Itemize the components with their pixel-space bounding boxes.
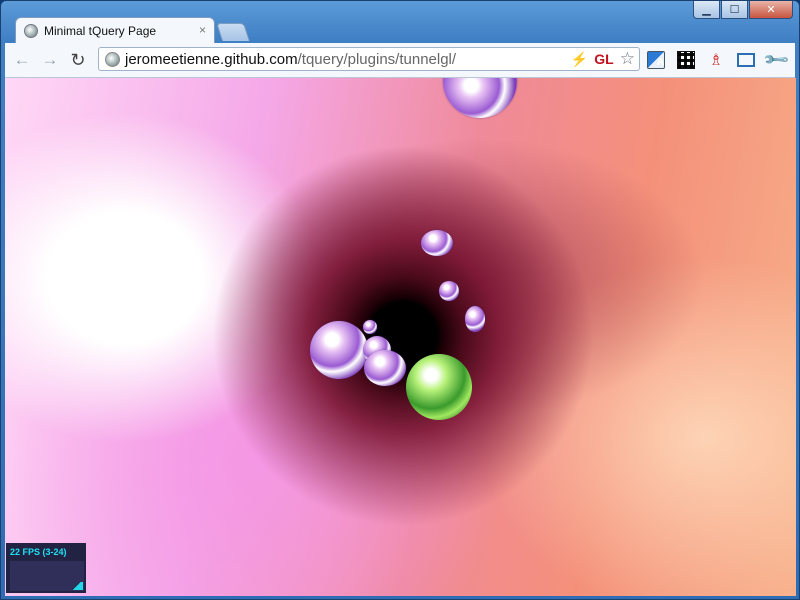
qr-code-extension-button[interactable]	[675, 49, 697, 71]
browser-window: ▁ ☐ ✕ Minimal tQuery Page × ← → ↻ jerome…	[0, 0, 800, 600]
url-path: /tquery/plugins/tunnelgl/	[297, 50, 457, 68]
sphere-purple	[364, 350, 406, 386]
settings-wrench-button[interactable]: 🔧	[762, 45, 790, 73]
globe-icon	[24, 23, 38, 38]
sphere-purple	[439, 281, 459, 301]
fps-stats-panel[interactable]: 22 FPS (3-24)	[6, 543, 86, 593]
translate-icon: A	[647, 51, 665, 69]
omnibox-actions: ⚡ GL ☆	[571, 49, 635, 69]
sphere-purple	[421, 230, 453, 256]
fps-label: 22 FPS (3-24)	[10, 547, 67, 557]
sphere-purple	[363, 320, 377, 334]
fullscreen-icon	[737, 53, 755, 67]
sphere-purple	[465, 306, 485, 332]
address-bar[interactable]: jeromeetienne.github.com/tquery/plugins/…	[98, 47, 640, 71]
tab-close-icon[interactable]: ×	[199, 23, 206, 37]
webgl-tunnel-canvas[interactable]: 22 FPS (3-24)	[5, 78, 796, 596]
sphere-green	[406, 354, 472, 420]
url-text[interactable]: jeromeetienne.github.com/tquery/plugins/…	[125, 51, 456, 68]
bolt-icon[interactable]: ⚡	[571, 51, 588, 68]
new-tab-button[interactable]	[216, 23, 250, 41]
translate-extension-button[interactable]: A	[645, 49, 667, 71]
person-icon: ♗	[708, 52, 724, 69]
forward-arrow-icon[interactable]: →	[39, 49, 61, 71]
fps-graph-bars	[71, 582, 83, 590]
fps-graph	[10, 561, 84, 591]
tab-strip: Minimal tQuery Page ×	[9, 17, 789, 43]
globe-icon	[105, 51, 120, 67]
wrench-icon: 🔧	[762, 45, 791, 74]
sphere-purple	[443, 78, 517, 118]
person-extension-button[interactable]: ♗	[705, 49, 727, 71]
qr-code-icon	[677, 51, 695, 69]
reload-icon[interactable]: ↻	[67, 49, 89, 71]
sphere-purple	[310, 321, 368, 379]
tab-minimal-tquery-page[interactable]: Minimal tQuery Page ×	[15, 17, 215, 43]
navigation-toolbar: ← → ↻ jeromeetienne.github.com/tquery/pl…	[5, 43, 795, 78]
star-icon[interactable]: ☆	[620, 49, 635, 69]
fullscreen-extension-button[interactable]	[735, 49, 757, 71]
url-host: jeromeetienne.github.com	[125, 50, 298, 68]
webgl-badge[interactable]: GL	[594, 51, 613, 67]
tab-title: Minimal tQuery Page	[44, 23, 157, 38]
back-arrow-icon[interactable]: ←	[11, 49, 33, 71]
